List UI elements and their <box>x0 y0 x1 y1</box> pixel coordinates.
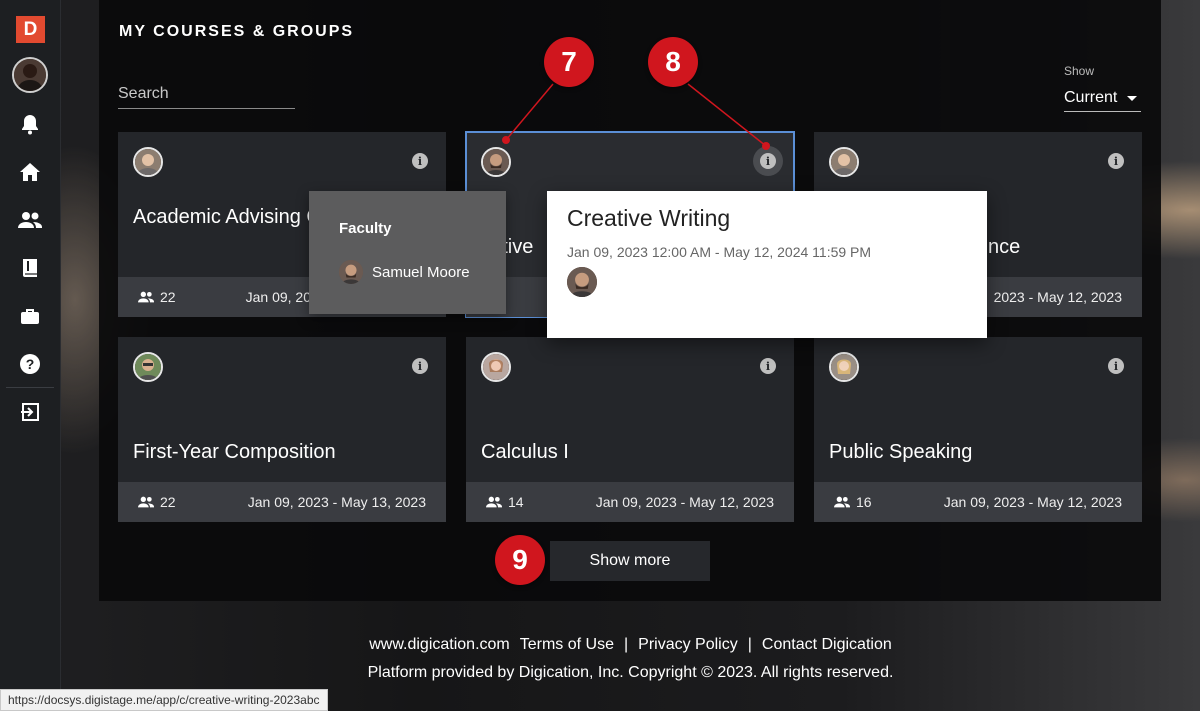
info-icon: i <box>760 153 776 169</box>
course-dates: Jan 09, 2023 - May 12, 2023 <box>943 494 1122 510</box>
course-card[interactable]: i Public Speaking 16 Jan 09, 2023 - May … <box>814 337 1142 522</box>
site-footer: www.digication.com Terms of Use | Privac… <box>61 636 1200 682</box>
footer-separator: | <box>624 636 629 653</box>
faculty-avatar[interactable] <box>133 352 163 382</box>
info-button[interactable]: i <box>753 146 783 176</box>
digication-logo[interactable]: D <box>16 16 45 43</box>
show-filter-value: Current <box>1064 88 1118 106</box>
course-popover-avatar[interactable] <box>567 267 597 297</box>
info-icon[interactable]: i <box>412 153 428 169</box>
briefcase-icon[interactable] <box>18 304 42 328</box>
page-title: MY COURSES & GROUPS <box>119 23 355 40</box>
course-dates: Jan 09, 20 <box>245 289 311 305</box>
footer-links: www.digication.com Terms of Use | Privac… <box>61 636 1200 654</box>
member-count-value: 16 <box>856 494 872 510</box>
show-more-button[interactable]: Show more <box>550 541 710 581</box>
logout-icon[interactable] <box>18 400 42 424</box>
member-count: 14 <box>486 494 524 510</box>
course-dates: Jan 09, 2023 - May 12, 2023 <box>595 494 774 510</box>
course-name: First-Year Composition <box>133 441 336 463</box>
card-footer: 16 Jan 09, 2023 - May 12, 2023 <box>814 482 1142 522</box>
course-name: nce <box>988 236 1021 258</box>
annotation-marker-9: 9 <box>495 535 545 585</box>
course-name: Calculus I <box>481 441 569 463</box>
course-card[interactable]: i Calculus I 14 Jan 09, 2023 - May 12, 2… <box>466 337 794 522</box>
people-icon <box>138 496 154 508</box>
show-filter-label: Show <box>1064 64 1095 78</box>
faculty-avatar[interactable] <box>481 352 511 382</box>
course-name: Public Speaking <box>829 441 973 463</box>
member-count: 22 <box>138 494 176 510</box>
browser-status-url: https://docsys.digistage.me/app/c/creati… <box>0 689 328 711</box>
sidebar-divider <box>6 387 54 388</box>
search-input[interactable] <box>118 82 295 106</box>
faculty-avatar[interactable] <box>829 147 859 177</box>
chevron-down-icon <box>1127 96 1137 101</box>
member-count-value: 22 <box>160 289 176 305</box>
member-count: 22 <box>138 289 176 305</box>
card-footer: 14 Jan 09, 2023 - May 12, 2023 <box>466 482 794 522</box>
footer-link-site[interactable]: www.digication.com <box>369 636 510 654</box>
footer-link-privacy[interactable]: Privacy Policy <box>638 636 738 654</box>
course-info-popover: Creative Writing Jan 09, 2023 12:00 AM -… <box>547 191 987 338</box>
people-icon[interactable] <box>18 208 42 232</box>
footer-separator: | <box>747 636 752 653</box>
book-icon[interactable] <box>18 256 42 280</box>
faculty-popover: Faculty Samuel Moore <box>309 191 506 314</box>
sidebar: D ? <box>0 0 61 711</box>
help-icon[interactable]: ? <box>18 352 42 376</box>
search-field[interactable] <box>118 82 295 109</box>
faculty-avatar[interactable] <box>829 352 859 382</box>
member-count-value: 14 <box>508 494 524 510</box>
people-icon <box>834 496 850 508</box>
user-avatar[interactable] <box>12 57 48 93</box>
member-count: 16 <box>834 494 872 510</box>
faculty-member-avatar <box>339 260 363 284</box>
annotation-marker-8: 8 <box>648 37 698 87</box>
info-icon[interactable]: i <box>1108 153 1124 169</box>
people-icon <box>138 291 154 303</box>
member-count-value: 22 <box>160 494 176 510</box>
faculty-avatar[interactable] <box>481 147 511 177</box>
footer-link-terms[interactable]: Terms of Use <box>520 636 614 654</box>
info-icon[interactable]: i <box>760 358 776 374</box>
course-dates: Jan 09, 2023 - May 13, 2023 <box>247 494 426 510</box>
footer-link-contact[interactable]: Contact Digication <box>762 636 892 654</box>
info-icon[interactable]: i <box>412 358 428 374</box>
info-icon[interactable]: i <box>1108 358 1124 374</box>
show-filter-select[interactable]: Current <box>1064 84 1141 112</box>
faculty-member-row[interactable]: Samuel Moore <box>339 260 470 284</box>
svg-text:?: ? <box>26 356 35 372</box>
card-footer: 22 Jan 09, 2023 - May 13, 2023 <box>118 482 446 522</box>
course-dates: 2023 - May 12, 2023 <box>993 289 1122 305</box>
bell-icon[interactable] <box>18 112 42 136</box>
footer-copyright: Platform provided by Digication, Inc. Co… <box>367 664 894 681</box>
course-popover-dates: Jan 09, 2023 12:00 AM - May 12, 2024 11:… <box>567 244 872 260</box>
course-popover-title: Creative Writing <box>567 205 731 231</box>
faculty-popover-title: Faculty <box>339 220 392 237</box>
home-icon[interactable] <box>18 160 42 184</box>
course-card[interactable]: i First-Year Composition 22 Jan 09, 2023… <box>118 337 446 522</box>
people-icon <box>486 496 502 508</box>
faculty-avatar[interactable] <box>133 147 163 177</box>
annotation-marker-7: 7 <box>544 37 594 87</box>
faculty-member-name: Samuel Moore <box>372 263 470 281</box>
